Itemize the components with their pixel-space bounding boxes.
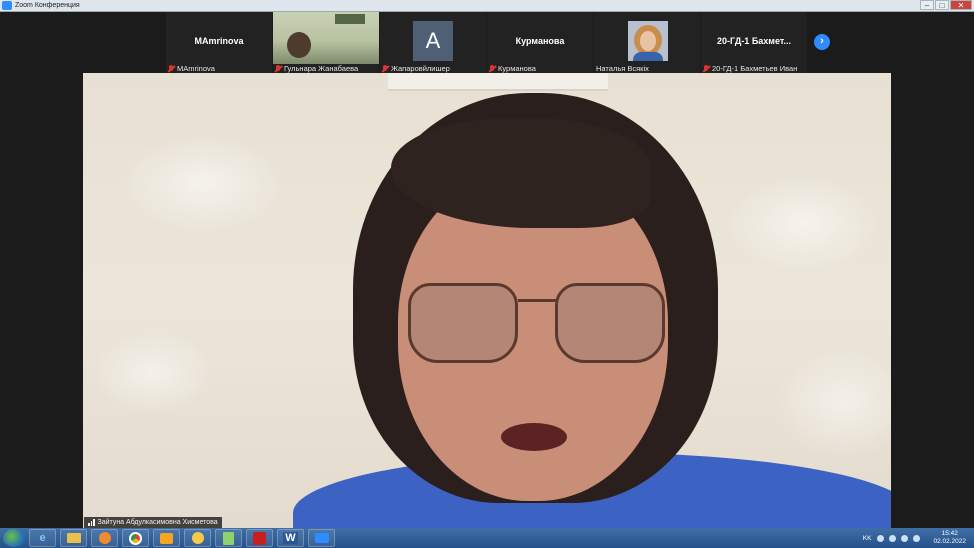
participant-label: Гульнара Жанабаева [275,64,358,73]
muted-mic-icon [489,64,495,73]
participant-label: Жапаровйлишер [382,64,450,73]
clock-time: 15:42 [941,530,958,537]
participant-label: MAmrinova [168,64,215,73]
maximize-button[interactable]: □ [935,0,949,10]
outlook-icon[interactable] [153,529,180,547]
glasses-right-lens [555,283,665,363]
start-button[interactable] [3,529,25,547]
mouth [501,423,567,451]
help-icon[interactable] [877,534,885,542]
zoom-icon[interactable] [308,529,335,547]
speaker-name-tag: Зайтуна Абдулкасимовна Хисметова [84,517,222,528]
chrome-icon[interactable] [122,529,149,547]
participant-tile[interactable]: MAmrinova MAmrinova [166,12,272,73]
volume-icon[interactable] [913,534,921,542]
muted-mic-icon [275,64,281,73]
explorer-icon[interactable] [60,529,87,547]
network-icon[interactable] [889,534,897,542]
window-title: Zoom Конференция [15,2,80,9]
acrobat-icon[interactable] [246,529,273,547]
participant-strip: MAmrinova MAmrinova Гульнара Жанабаева A… [166,12,808,73]
participant-tile[interactable]: Наталья Всякіх [594,12,700,73]
meeting-stage: MAmrinova MAmrinova Гульнара Жанабаева A… [0,12,974,528]
participant-tile[interactable]: 20-ГД-1 Бахмет... 20-ГД-1 Бахметьев Иван [701,12,807,73]
yandex-icon[interactable] [184,529,211,547]
glasses-left-lens [408,283,518,363]
speaker-name: Зайтуна Абдулкасимовна Хисметова [97,519,218,526]
participant-name-large: Курманова [515,36,565,46]
participant-label: Курманова [489,64,536,73]
minimize-button[interactable]: – [920,0,934,10]
zoom-icon [2,1,12,10]
avatar [628,21,668,61]
system-tray: KK 15:42 02.02.2022 [863,528,972,548]
muted-mic-icon [382,64,388,73]
participant-name-large: 20-ГД-1 Бахмет... [717,36,791,46]
muted-mic-icon [168,64,174,73]
language-indicator[interactable]: KK [863,535,872,542]
participant-label: 20-ГД-1 Бахметьев Иван [703,64,797,73]
shelf [388,73,608,91]
participant-tile[interactable]: Курманова Курманова [487,12,593,73]
media-player-icon[interactable] [91,529,118,547]
calculator-icon[interactable] [215,529,242,547]
next-page-button[interactable]: › [814,34,830,50]
word-icon[interactable]: W [277,529,304,547]
participant-label: Наталья Всякіх [596,64,649,73]
taskbar: e W KK 15:42 02.02.2022 [0,528,974,548]
speaker-figure [293,93,891,528]
avatar: A [413,21,453,61]
participant-tile[interactable]: Гульнара Жанабаева [273,12,379,73]
active-speaker-video [83,73,891,528]
participant-name-large: MAmrinova [194,36,244,46]
title-bar: Zoom Конференция – □ ✕ [0,0,974,12]
action-center-icon[interactable] [901,534,909,542]
participant-tile[interactable]: A Жапаровйлишер [380,12,486,73]
glasses-bridge [518,299,558,302]
clock[interactable]: 15:42 02.02.2022 [933,530,966,546]
signal-icon [88,519,95,526]
ie-icon[interactable]: e [29,529,56,547]
clock-date: 02.02.2022 [933,538,966,545]
muted-mic-icon [703,64,709,73]
close-button[interactable]: ✕ [950,0,972,10]
participant-video [273,12,379,64]
